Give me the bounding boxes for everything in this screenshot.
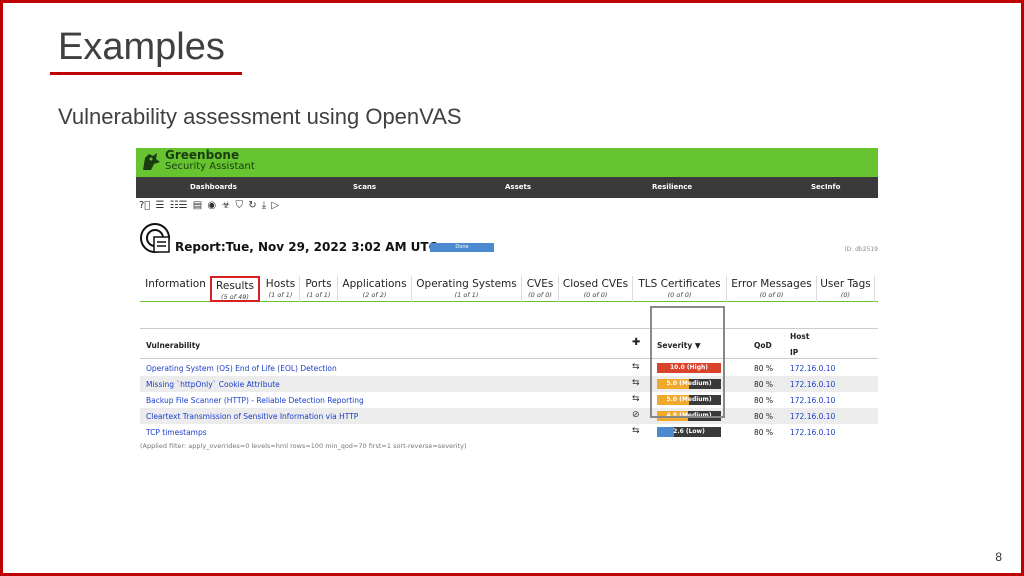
report-title: Report:Tue, Nov 29, 2022 3:02 AM UTC <box>175 240 438 254</box>
vuln-link[interactable]: TCP timestamps <box>146 428 207 437</box>
report-tabs: Information Results (5 of 49) Hosts (1 o… <box>140 276 878 302</box>
nav-resilience[interactable]: Resilience <box>652 183 692 191</box>
slide-subtitle: Vulnerability assessment using OpenVAS <box>58 104 462 129</box>
host-ip-link[interactable]: 172.16.0.10 <box>790 396 835 405</box>
filter-list-icon[interactable]: ☷☰ <box>170 200 188 211</box>
greenbone-logo-icon <box>143 153 160 170</box>
list-icon[interactable]: ☰ <box>156 200 165 211</box>
tab-count: (1 of 1) <box>268 291 293 299</box>
tab-count: (2 of 2) <box>362 291 387 299</box>
tab-user-tags[interactable]: User Tags (0) <box>817 276 875 302</box>
tab-count: (0 of 0) <box>583 291 608 299</box>
vuln-link[interactable]: Operating System (OS) End of Life (EOL) … <box>146 364 337 373</box>
host-ip-link[interactable]: 172.16.0.10 <box>790 380 835 389</box>
tab-label: User Tags <box>820 278 871 290</box>
vuln-link[interactable]: Backup File Scanner (HTTP) - Reliable De… <box>146 396 364 405</box>
tab-count: (5 of 49) <box>221 293 249 301</box>
swap-icon: ⇆ <box>632 426 640 436</box>
nav-secinfo[interactable]: SecInfo <box>811 183 840 191</box>
tab-tls-certificates[interactable]: TLS Certificates (0 of 0) <box>633 276 727 302</box>
tab-label: Results <box>216 280 254 292</box>
severity-highlight-box <box>650 306 725 418</box>
biohazard-icon[interactable]: ☣ <box>221 200 230 211</box>
toolbar: ?⃝ ☰ ☷☰ ▤ ◉ ☣ ⛉ ↻ ⤓ ▷ <box>139 200 281 214</box>
table-row[interactable]: Missing `httpOnly` Cookie Attribute ⇆ 5.… <box>140 376 878 392</box>
host-ip-link[interactable]: 172.16.0.10 <box>790 364 835 373</box>
swap-icon: ⇆ <box>632 394 640 404</box>
nav-scans[interactable]: Scans <box>353 183 376 191</box>
brand-name: Greenbone <box>165 148 240 162</box>
table-row[interactable]: Operating System (OS) End of Life (EOL) … <box>140 360 878 376</box>
table-row[interactable]: Cleartext Transmission of Sensitive Info… <box>140 408 878 424</box>
slide-title: Examples <box>58 26 225 68</box>
report-radar-icon <box>140 223 170 253</box>
shield-icon[interactable]: ⛉ <box>236 200 244 211</box>
greenbone-screenshot: Greenbone Security Assistant Dashboards … <box>136 148 878 458</box>
main-nav: Dashboards Scans Assets Resilience SecIn… <box>136 177 878 198</box>
host-ip-link[interactable]: 172.16.0.10 <box>790 428 835 437</box>
swap-icon: ⇆ <box>632 362 640 372</box>
nav-assets[interactable]: Assets <box>505 183 531 191</box>
tab-label: Information <box>145 278 206 290</box>
tab-information[interactable]: Information <box>140 276 212 302</box>
tab-closed-cves[interactable]: Closed CVEs (0 of 0) <box>559 276 633 302</box>
col-host: Host <box>790 332 810 341</box>
puzzle-icon: ✚ <box>632 337 641 348</box>
help-icon[interactable]: ?⃝ <box>139 200 150 211</box>
download-icon[interactable]: ⤓ <box>262 200 266 211</box>
severity-label: 2.6 (Low) <box>673 428 705 435</box>
qod-value: 80 % <box>754 412 774 421</box>
host-ip-link[interactable]: 172.16.0.10 <box>790 412 835 421</box>
vuln-link[interactable]: Cleartext Transmission of Sensitive Info… <box>146 412 358 421</box>
swap-icon: ⇆ <box>632 378 640 388</box>
col-ip[interactable]: IP <box>790 348 798 357</box>
tab-count: (0 of 0) <box>528 291 552 299</box>
tab-results[interactable]: Results (5 of 49) <box>210 276 260 302</box>
tab-count: (1 of 1) <box>454 291 479 299</box>
app-brand: Greenbone Security Assistant <box>165 148 255 172</box>
app-header: Greenbone Security Assistant <box>136 148 878 177</box>
qod-value: 80 % <box>754 428 774 437</box>
page-number: 8 <box>995 550 1002 564</box>
play-icon[interactable]: ▷ <box>271 200 279 211</box>
col-vulnerability[interactable]: Vulnerability <box>146 341 200 350</box>
table-header: Vulnerability ✚ Severity ▼ QoD Host IP <box>140 328 878 359</box>
tab-label: Operating Systems <box>416 278 517 290</box>
qod-value: 80 % <box>754 380 774 389</box>
tab-ports[interactable]: Ports (1 of 1) <box>300 276 338 302</box>
brand-tagline: Security Assistant <box>165 161 255 172</box>
tab-label: Hosts <box>265 278 296 290</box>
tab-count: (1 of 1) <box>306 291 331 299</box>
report-icon[interactable]: ▤ <box>193 200 202 211</box>
nav-dashboards[interactable]: Dashboards <box>190 183 237 191</box>
gauge-icon: ⊘ <box>632 410 640 420</box>
severity-bar: 2.6 (Low) <box>657 427 721 437</box>
target-icon[interactable]: ◉ <box>207 200 216 211</box>
title-underline <box>50 72 242 75</box>
tab-count: (0 of 0) <box>667 291 692 299</box>
tab-count: (0 of 0) <box>759 291 784 299</box>
tab-label: CVEs <box>526 278 554 290</box>
tab-cves[interactable]: CVEs (0 of 0) <box>522 276 559 302</box>
tab-count: (0) <box>840 291 851 299</box>
tab-operating-systems[interactable]: Operating Systems (1 of 1) <box>412 276 522 302</box>
qod-value: 80 % <box>754 364 774 373</box>
vuln-link[interactable]: Missing `httpOnly` Cookie Attribute <box>146 380 280 389</box>
refresh-icon[interactable]: ↻ <box>248 200 256 211</box>
tab-label: Closed CVEs <box>562 278 629 290</box>
report-status-badge: Done <box>430 243 494 252</box>
tab-applications[interactable]: Applications (2 of 2) <box>338 276 412 302</box>
tab-label: Applications <box>342 278 407 290</box>
tab-error-messages[interactable]: Error Messages (0 of 0) <box>727 276 817 302</box>
col-qod[interactable]: QoD <box>754 341 772 350</box>
table-row[interactable]: Backup File Scanner (HTTP) - Reliable De… <box>140 392 878 408</box>
table-row[interactable]: TCP timestamps ⇆ 2.6 (Low) 80 % 172.16.0… <box>140 424 878 440</box>
tab-label: Ports <box>305 278 332 290</box>
report-id: ID: db2519 <box>844 246 878 253</box>
tab-label: Error Messages <box>731 278 812 290</box>
tab-hosts[interactable]: Hosts (1 of 1) <box>262 276 300 302</box>
qod-value: 80 % <box>754 396 774 405</box>
tab-label: TLS Certificates <box>638 278 721 290</box>
applied-filter: (Applied filter: apply_overrides=0 level… <box>140 442 467 450</box>
